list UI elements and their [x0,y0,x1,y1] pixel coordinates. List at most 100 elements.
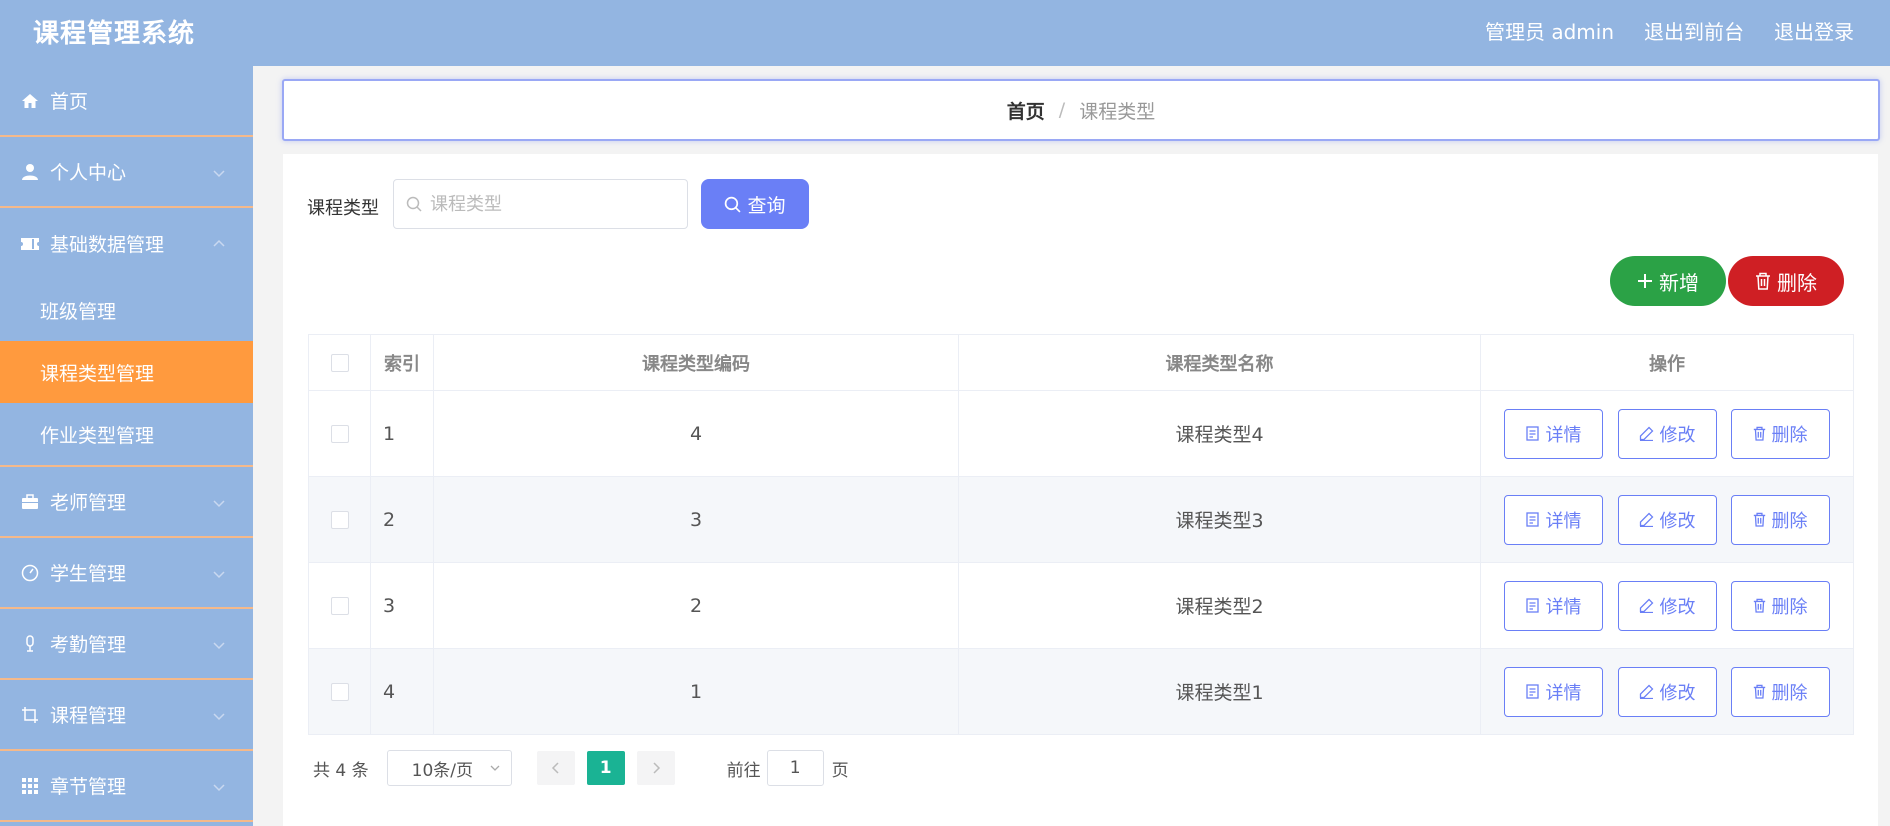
edit-icon [1639,598,1653,613]
search-field[interactable] [393,179,688,229]
row-code: 4 [433,390,959,477]
detail-label: 详情 [1545,682,1582,704]
crop-icon [20,705,40,725]
row-index: 1 [370,390,434,477]
edit-button[interactable]: 修改 [1617,494,1717,545]
sidebar-item-teacher[interactable]: 老师管理 [0,467,253,538]
header-name: 课程类型名称 [958,334,1481,391]
row-checkbox[interactable] [330,597,349,615]
document-icon [1526,426,1540,441]
delete-label: 删除 [1771,424,1808,446]
next-page-button[interactable] [636,751,675,785]
basic-data-submenu: 班级管理 课程类型管理 作业类型管理 [0,279,253,467]
edit-icon [1639,426,1653,441]
page-size-value: 10条/页 [411,760,473,781]
row-ops: 详情 修改 删除 [1480,562,1854,649]
sidebar-item-student[interactable]: 学生管理 [0,538,253,609]
sidebar-item-home[interactable]: 首页 [0,66,253,137]
sidebar-subitem-course-type[interactable]: 课程类型管理 [0,341,253,403]
edit-button[interactable]: 修改 [1617,580,1717,631]
search-input[interactable] [430,193,670,215]
sidebar-item-label: 考勤管理 [50,634,127,656]
row-checkbox[interactable] [330,683,349,701]
delete-button[interactable]: 删除 [1730,408,1830,459]
logout-link[interactable]: 退出登录 [1774,16,1854,45]
delete-button[interactable]: 删除 [1730,494,1830,545]
add-button-label: 新增 [1659,270,1699,295]
row-check-cell [308,562,371,649]
admin-label[interactable]: 管理员 admin [1485,16,1614,45]
row-checkbox[interactable] [330,425,349,443]
app-title: 课程管理系统 [33,19,196,49]
table-row: 3 2 课程类型2 详情 修改 删除 [308,562,1854,649]
header-ops: 操作 [1480,334,1854,391]
edit-button[interactable]: 修改 [1617,666,1717,717]
select-all-cell [308,334,371,391]
sidebar-subitem-homework-type[interactable]: 作业类型管理 [0,403,253,465]
sidebar: 首页 个人中心 基础数据管理 班级管理 课程类型管理 作业类型管理 老师管理 学… [0,66,253,826]
sidebar-item-label: 个人中心 [50,162,127,184]
page-size-select[interactable]: 10条/页 [386,750,512,786]
detail-button[interactable]: 详情 [1504,494,1604,545]
sidebar-subitem-class[interactable]: 班级管理 [0,279,253,341]
row-check-cell [308,390,371,477]
chevron-down-icon [213,500,225,508]
detail-button[interactable]: 详情 [1504,666,1604,717]
page-number[interactable]: 1 [586,751,625,785]
row-name: 课程类型4 [958,390,1481,477]
sidebar-item-attendance[interactable]: 考勤管理 [0,609,253,680]
exit-to-front-link[interactable]: 退出到前台 [1644,16,1744,45]
row-name: 课程类型2 [958,562,1481,649]
table-header-row: 索引 课程类型编码 课程类型名称 操作 [308,334,1854,391]
delete-button[interactable]: 删除 [1730,666,1830,717]
edit-button[interactable]: 修改 [1617,408,1717,459]
detail-button[interactable]: 详情 [1504,580,1604,631]
row-name: 课程类型1 [958,648,1481,735]
ticket-icon [20,234,40,254]
chevron-down-icon [213,571,225,579]
trash-icon [1753,684,1765,699]
edit-icon [1639,512,1653,527]
query-button-label: 查询 [747,194,786,217]
trash-icon [1753,598,1765,613]
edit-label: 修改 [1659,510,1696,532]
batch-delete-button[interactable]: 删除 [1728,256,1844,306]
breadcrumb-home[interactable]: 首页 [1007,97,1045,124]
detail-button[interactable]: 详情 [1504,408,1604,459]
sidebar-item-label: 首页 [50,91,89,113]
edit-label: 修改 [1659,596,1696,618]
sidebar-item-course[interactable]: 课程管理 [0,680,253,751]
trash-icon [1756,272,1770,290]
table-row: 1 4 课程类型4 详情 修改 删除 [308,390,1854,477]
breadcrumb-current: 课程类型 [1079,100,1156,123]
sidebar-item-personal[interactable]: 个人中心 [0,137,253,208]
chevron-down-icon [490,765,500,771]
search-label: 课程类型 [307,198,379,219]
row-checkbox[interactable] [330,511,349,529]
select-all-checkbox[interactable] [330,354,349,372]
chevron-down-icon [213,713,225,721]
prev-page-button[interactable] [536,751,575,785]
row-ops: 详情 修改 删除 [1480,648,1854,735]
delete-label: 删除 [1771,682,1808,704]
sidebar-item-label: 老师管理 [50,492,127,514]
detail-label: 详情 [1545,424,1582,446]
header-actions: 管理员 admin 退出到前台 退出登录 [1485,16,1854,45]
table-row: 2 3 课程类型3 详情 修改 删除 [308,476,1854,563]
trash-icon [1753,426,1765,441]
detail-label: 详情 [1545,596,1582,618]
goto-page-input[interactable] [766,750,824,786]
sidebar-item-chapter[interactable]: 章节管理 [0,751,253,822]
detail-label: 详情 [1545,510,1582,532]
breadcrumb-separator: / [1058,99,1066,121]
delete-button[interactable]: 删除 [1730,580,1830,631]
row-index: 4 [370,648,434,735]
row-ops: 详情 修改 删除 [1480,390,1854,477]
sidebar-item-basic-data[interactable]: 基础数据管理 [0,208,253,279]
main-content: 课程类型 查询 新增 删除 索引 课程类型编码 课程类型名称 操作 1 [283,154,1878,826]
add-button[interactable]: 新增 [1610,256,1726,306]
user-icon [20,162,40,182]
sidebar-item-label: 基础数据管理 [50,234,165,256]
query-button[interactable]: 查询 [701,179,809,229]
pagination-total: 共 4 条 [313,760,369,781]
